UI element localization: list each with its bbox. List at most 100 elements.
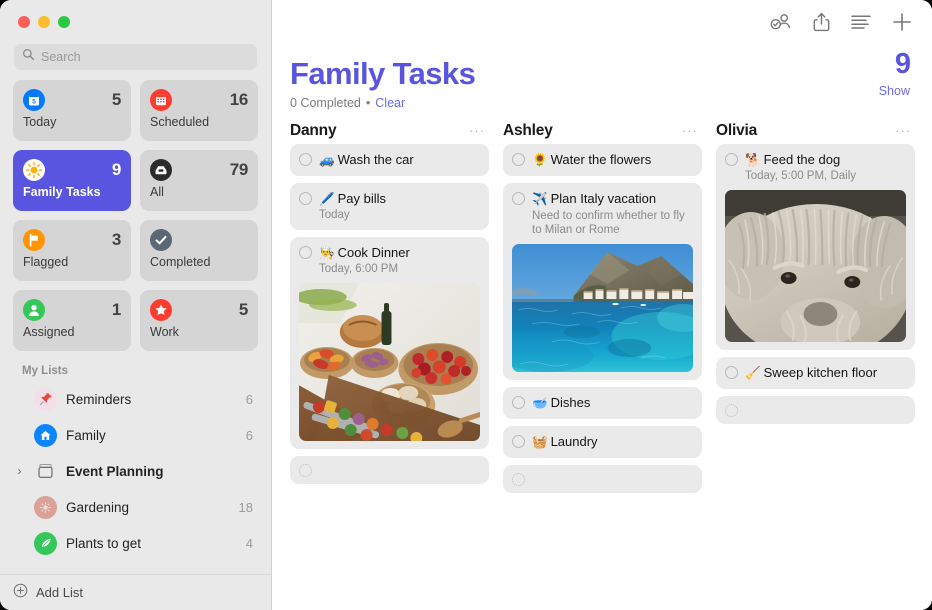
person-icon [23,299,45,321]
list-item-count: 6 [246,428,253,443]
search-input[interactable] [41,50,249,64]
task-checkbox[interactable] [512,153,525,166]
clear-completed-button[interactable]: Clear [375,96,405,110]
minimize-button[interactable] [38,16,50,28]
smart-list-completed[interactable]: Completed [140,220,258,281]
list-item-gardening[interactable]: Gardening 18 [8,489,263,525]
zoom-button[interactable] [58,16,70,28]
star-icon [150,299,172,321]
task-card[interactable]: 🐕Feed the dog Today, 5:00 PM, Daily [716,144,915,350]
smart-list-today[interactable]: 5 5 Today [13,80,131,141]
column-title: Olivia [716,122,757,140]
column-olivia: Olivia ··· 🐕Feed the dog Today, 5:00 PM,… [716,118,915,610]
list-view-icon[interactable] [851,14,871,30]
list-item-label: Family [66,428,237,443]
list-item-count: 6 [246,392,253,407]
new-task-row[interactable] [290,456,489,484]
list-item-label: Reminders [66,392,237,407]
close-button[interactable] [18,16,30,28]
task-title: Water the flowers [551,152,652,167]
show-button[interactable]: Show [879,84,910,98]
task-attachment-dog-photo[interactable] [725,190,906,342]
task-title: Plan Italy vacation [551,191,657,206]
smart-list-assigned[interactable]: 1 Assigned [13,290,131,351]
smart-list-count: 16 [230,90,248,110]
smart-list-label: Assigned [23,325,121,339]
completed-count-label: 0 Completed [290,96,361,110]
task-emoji: 🐕 [745,153,761,167]
leaf-icon [34,532,57,555]
smart-list-work[interactable]: 5 Work [140,290,258,351]
task-checkbox[interactable] [512,435,525,448]
share-icon[interactable] [813,12,830,32]
task-title-row: 🧹Sweep kitchen floor [745,365,906,381]
task-card[interactable]: 🌻Water the flowers [503,144,702,176]
list-item-reminders[interactable]: Reminders 6 [8,381,263,417]
add-list-button[interactable]: Add List [0,574,271,610]
task-card[interactable]: 🧺Laundry [503,426,702,458]
column-more-button[interactable]: ··· [682,124,698,137]
task-emoji: 🚙 [319,153,335,167]
smart-list-flagged[interactable]: 3 Flagged [13,220,131,281]
new-task-row[interactable] [716,396,915,424]
task-card[interactable]: 🖊️Pay bills Today [290,183,489,230]
add-list-label: Add List [36,585,83,600]
task-card[interactable]: 🚙Wash the car [290,144,489,176]
smart-list-all[interactable]: 79 All [140,150,258,211]
task-title: Feed the dog [764,152,841,167]
task-emoji: 👨‍🍳 [319,246,335,260]
task-checkbox[interactable] [512,396,525,409]
smart-list-label: Work [150,325,248,339]
list-group-event-planning[interactable]: › Event Planning [8,453,263,489]
task-checkbox[interactable] [299,153,312,166]
task-checkbox[interactable] [725,153,738,166]
task-attachment-italy-coast-photo[interactable] [512,244,693,372]
column-ashley: Ashley ··· 🌻Water the flowers [503,118,702,610]
smart-list-count: 79 [230,160,248,180]
chevron-right-icon[interactable]: › [14,465,25,477]
task-title-row: 🚙Wash the car [319,152,480,168]
column-more-button[interactable]: ··· [895,124,911,137]
column-more-button[interactable]: ··· [469,124,485,137]
task-checkbox[interactable] [512,192,525,205]
task-note: Need to confirm whether to fly to Milan … [532,209,693,237]
new-task-row[interactable] [503,465,702,493]
svg-text:5: 5 [32,99,36,106]
task-card[interactable]: 🥣Dishes [503,387,702,419]
smart-list-count: 9 [112,160,121,180]
task-checkbox[interactable] [299,192,312,205]
smart-list-scheduled[interactable]: 16 Scheduled [140,80,258,141]
column-title: Danny [290,122,336,140]
task-checkbox[interactable] [299,246,312,259]
task-due-date: Today, 6:00 PM [319,262,480,276]
smart-list-label: Completed [150,255,248,269]
task-checkbox-placeholder[interactable] [725,404,738,417]
task-checkbox[interactable] [725,366,738,379]
add-reminder-icon[interactable] [892,12,912,32]
sun-icon [34,496,57,519]
smart-lists-grid: 5 5 Today [0,80,271,351]
task-title: Dishes [551,395,591,410]
task-attachment-food-platter-photo[interactable] [299,283,480,441]
task-emoji: 🌻 [532,153,548,167]
task-due-date: Today, 5:00 PM, Daily [745,169,906,183]
list-item-family[interactable]: Family 6 [8,417,263,453]
task-card[interactable]: 👨‍🍳Cook Dinner Today, 6:00 PM [290,237,489,449]
assigned-reminders-icon[interactable] [770,12,792,32]
task-card[interactable]: 🧹Sweep kitchen floor [716,357,915,389]
column-header: Olivia ··· [716,118,915,144]
list-item-plants-to-get[interactable]: Plants to get 4 [8,525,263,561]
smart-list-family-tasks[interactable]: 9 Family Tasks [13,150,131,211]
task-card[interactable]: ✈️Plan Italy vacation Need to confirm wh… [503,183,702,380]
task-checkbox-placeholder[interactable] [299,464,312,477]
task-title: Sweep kitchen floor [764,365,877,380]
search-box[interactable] [14,44,257,70]
task-emoji: 🧹 [745,366,761,380]
flag-icon [23,229,45,251]
task-checkbox-placeholder[interactable] [512,473,525,486]
list-item-count: 18 [239,500,253,515]
task-emoji: 🥣 [532,396,548,410]
status-separator: • [366,96,370,110]
task-due-date: Today [319,208,480,222]
house-icon [34,424,57,447]
